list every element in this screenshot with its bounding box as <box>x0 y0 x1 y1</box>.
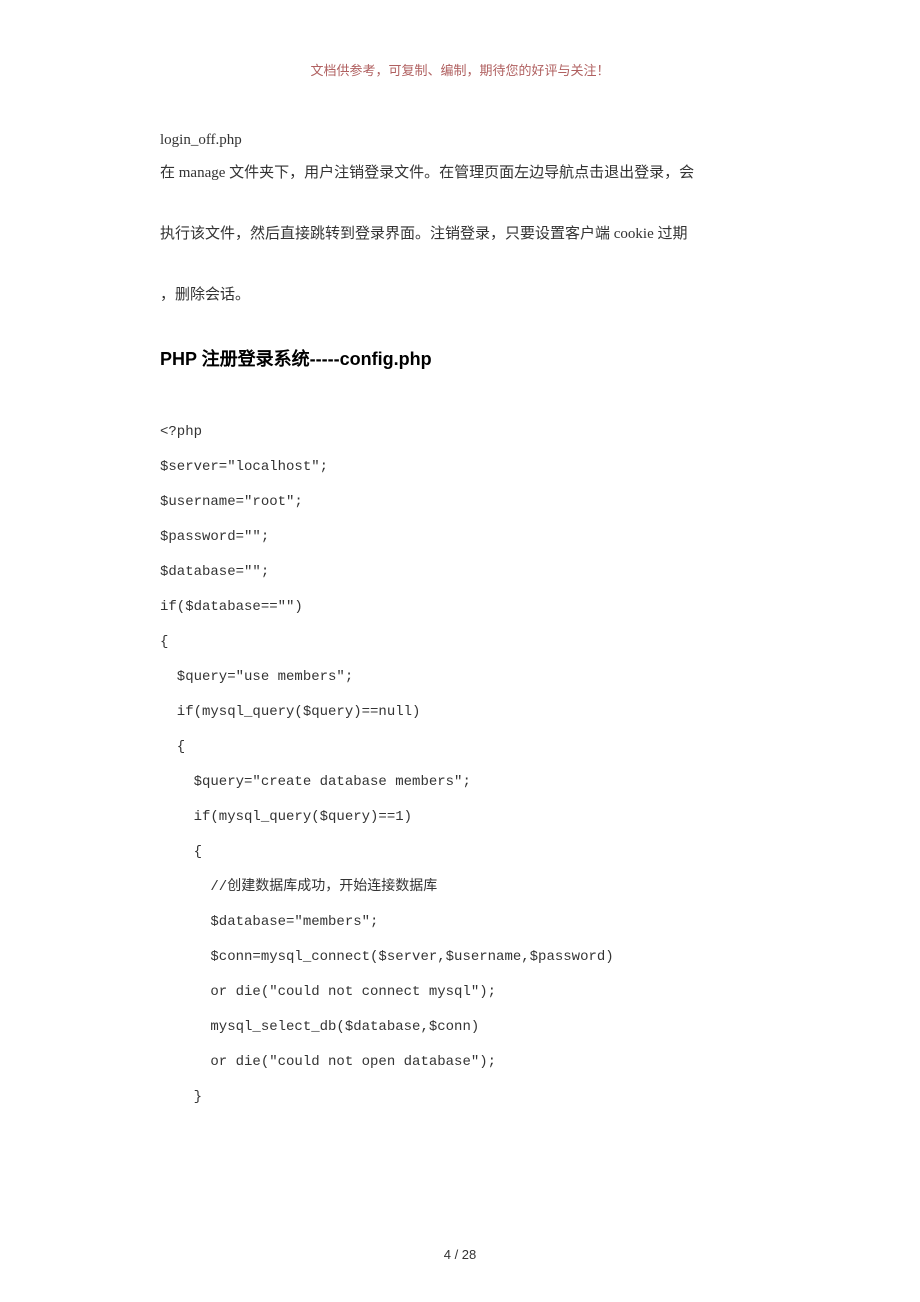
paragraph-intro: login_off.php 在 manage 文件夹下，用户注销登录文件。在管理… <box>160 124 760 190</box>
page-container: 文档供参考，可复制、编制，期待您的好评与关注！ login_off.php 在 … <box>0 0 920 1155</box>
paragraph-2: 执行该文件，然后直接跳转到登录界面。注销登录，只要设置客户端 cookie 过期 <box>160 218 760 251</box>
page-footer: 4 / 28 <box>0 1247 920 1262</box>
text-line: ，删除会话。 <box>160 279 760 312</box>
code-block: <?php $server="localhost"; $username="ro… <box>160 415 760 1115</box>
text-line: 在 manage 文件夹下，用户注销登录文件。在管理页面左边导航点击退出登录，会 <box>160 157 760 190</box>
body-content: login_off.php 在 manage 文件夹下，用户注销登录文件。在管理… <box>160 124 760 1115</box>
text-line: 执行该文件，然后直接跳转到登录界面。注销登录，只要设置客户端 cookie 过期 <box>160 218 760 251</box>
code-filename: login_off.php <box>160 124 760 157</box>
section-heading: PHP 注册登录系统-----config.php <box>160 340 760 380</box>
paragraph-3: ，删除会话。 <box>160 279 760 312</box>
header-note: 文档供参考，可复制、编制，期待您的好评与关注！ <box>160 60 760 79</box>
